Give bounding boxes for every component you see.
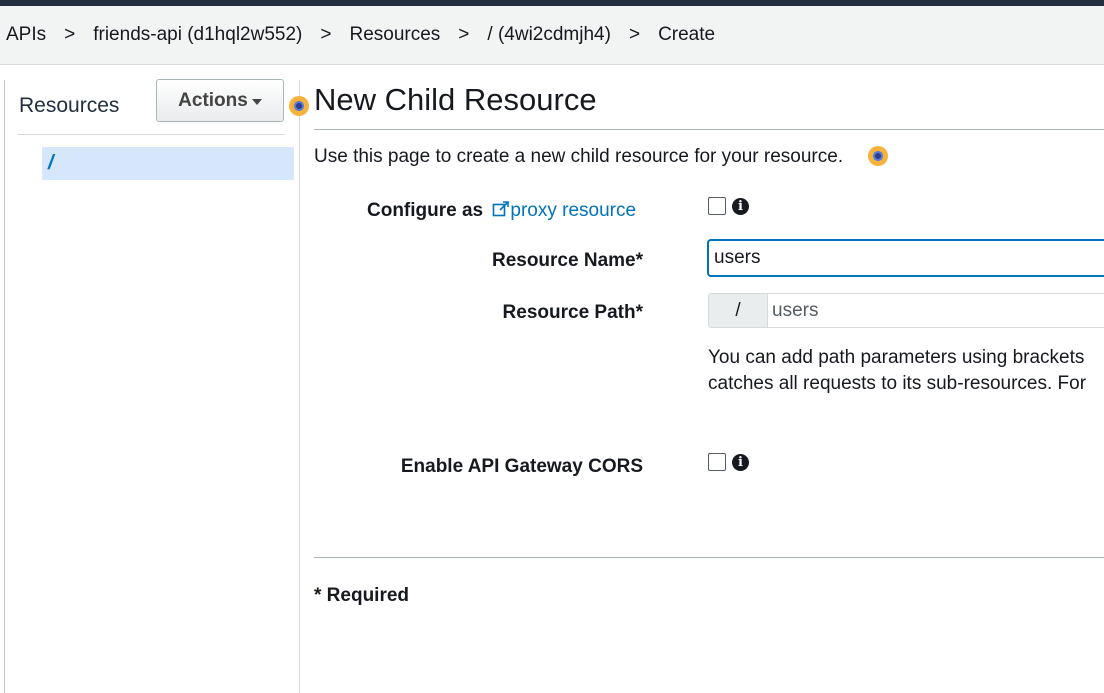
sidebar-divider: [18, 134, 285, 135]
title-divider: [314, 129, 1104, 130]
resources-sidebar: Resources Actions /: [4, 64, 299, 693]
path-help-text: You can add path parameters using bracke…: [708, 345, 1086, 397]
breadcrumb-separator: >: [458, 24, 470, 45]
proxy-resource-checkbox[interactable]: [708, 197, 726, 215]
breadcrumb-separator: >: [320, 24, 332, 45]
breadcrumb-separator: >: [64, 24, 76, 45]
cors-label: Enable API Gateway CORS: [400, 456, 643, 477]
info-icon[interactable]: i: [732, 454, 749, 471]
required-note: * Required: [314, 585, 410, 606]
intro-text: Use this page to create a new child reso…: [314, 146, 844, 167]
help-marker-icon[interactable]: [289, 96, 309, 116]
cors-checkbox[interactable]: [708, 453, 726, 471]
configure-label-row: Configure as proxy resource: [367, 200, 636, 224]
external-link-icon[interactable]: [492, 200, 510, 224]
pane-divider[interactable]: [299, 80, 300, 693]
breadcrumb: APIs > friends-api (d1hql2w552) > Resour…: [0, 6, 1104, 65]
sidebar-title: Resources: [19, 94, 120, 117]
path-help-line: catches all requests to its sub-resource…: [708, 373, 1087, 394]
breadcrumb-separator: >: [628, 24, 641, 45]
proxy-resource-link[interactable]: proxy resource: [510, 200, 636, 221]
caret-down-icon: [251, 98, 262, 105]
resource-name-input[interactable]: [708, 240, 1104, 276]
resource-name-label: Resource Name*: [491, 250, 643, 271]
resource-path-label: Resource Path*: [502, 302, 643, 323]
breadcrumb-root-resource[interactable]: / (4wi2cdmjh4): [487, 24, 611, 46]
page-title: New Child Resource: [314, 82, 597, 117]
form-footer-divider: [314, 557, 1104, 558]
resource-path-input[interactable]: [767, 293, 1104, 328]
configure-label: Configure as: [367, 200, 484, 221]
breadcrumb-apis[interactable]: APIs: [0, 24, 46, 46]
breadcrumb-current: Create: [658, 24, 716, 45]
tree-item-root[interactable]: /: [42, 147, 294, 180]
path-help-line: You can add path parameters using bracke…: [708, 347, 1085, 368]
breadcrumb-resources[interactable]: Resources: [349, 24, 440, 46]
actions-label: Actions: [178, 89, 248, 111]
help-marker-icon[interactable]: [868, 146, 888, 166]
breadcrumb-api-name[interactable]: friends-api (d1hql2w552): [93, 24, 302, 46]
actions-button[interactable]: Actions: [156, 79, 284, 122]
info-icon[interactable]: i: [732, 198, 749, 215]
tree-item-label: /: [48, 152, 54, 174]
resource-path-prefix: /: [708, 293, 767, 328]
